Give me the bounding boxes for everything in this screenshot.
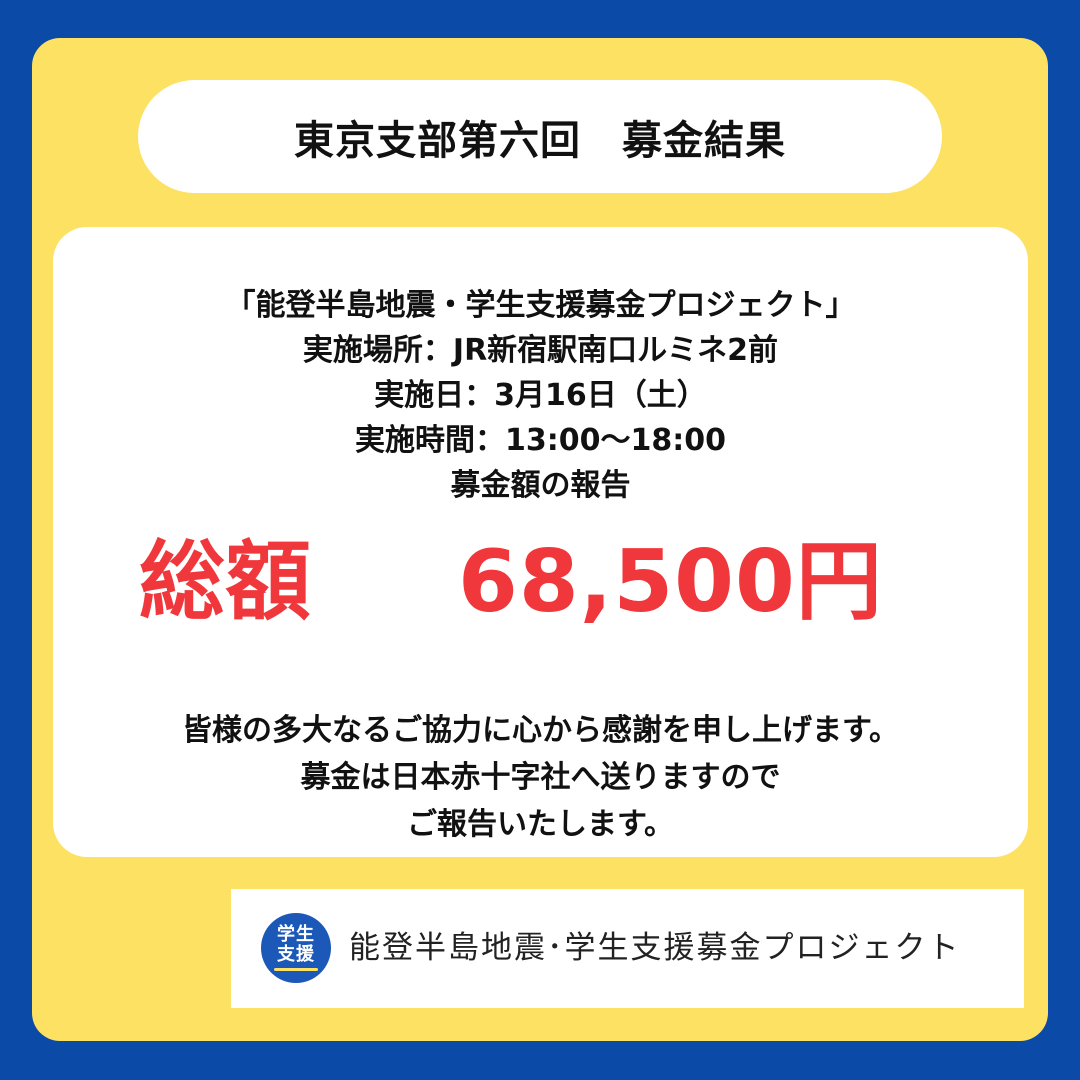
logo-text-top: 学生 [277,924,315,945]
location-line: 実施場所：JR新宿駅南口ルミネ2前 [302,333,779,368]
thanks-line-2: 募金は日本赤十字社へ送りますので [300,760,781,795]
thanks-message: 皆様の多大なるご協力に心から感謝を申し上げます。 募金は日本赤十字社へ送りますの… [53,707,1028,848]
total-amount: 68,500円 [458,532,883,632]
project-logo: 学生 支援 [261,913,331,983]
title-banner: 東京支部第六回 募金結果 [138,80,942,193]
report-card: 「能登半島地震・学生支援募金プロジェクト」 実施場所：JR新宿駅南口ルミネ2前 … [53,227,1028,857]
project-name-line: 「能登半島地震・学生支援募金プロジェクト」 [225,288,856,323]
event-info: 「能登半島地震・学生支援募金プロジェクト」 実施場所：JR新宿駅南口ルミネ2前 … [53,283,1028,508]
footer-project-name: 能登半島地震･学生支援募金プロジェクト [349,930,961,966]
footer-banner: 学生 支援 能登半島地震･学生支援募金プロジェクト [231,889,1024,1008]
thanks-line-3: ご報告いたします。 [407,807,674,842]
report-heading: 募金額の報告 [450,468,631,503]
time-line: 実施時間：13:00〜18:00 [355,423,726,458]
page-title: 東京支部第六回 募金結果 [294,117,786,164]
total-label: 総額 [139,532,311,632]
logo-text-bottom: 支援 [277,944,315,965]
logo-underline [274,968,318,971]
total-row: 総額 68,500円 [53,527,1028,637]
date-line: 実施日：3月16日（土） [374,378,707,413]
thanks-line-1: 皆様の多大なるご協力に心から感謝を申し上げます。 [182,713,899,748]
